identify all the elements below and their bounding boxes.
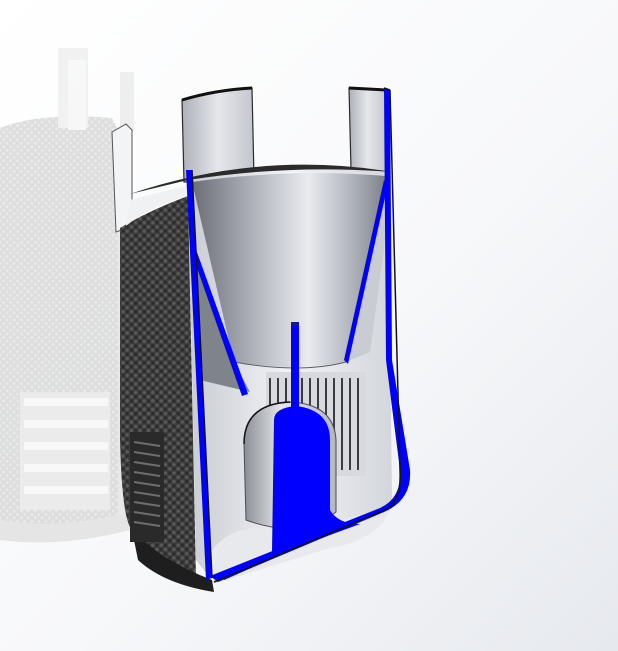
ghost-outer-shell [0, 48, 134, 543]
cad-viewport[interactable] [0, 0, 618, 651]
ghost-vent-dots [20, 392, 110, 510]
section-view-render [0, 0, 618, 651]
